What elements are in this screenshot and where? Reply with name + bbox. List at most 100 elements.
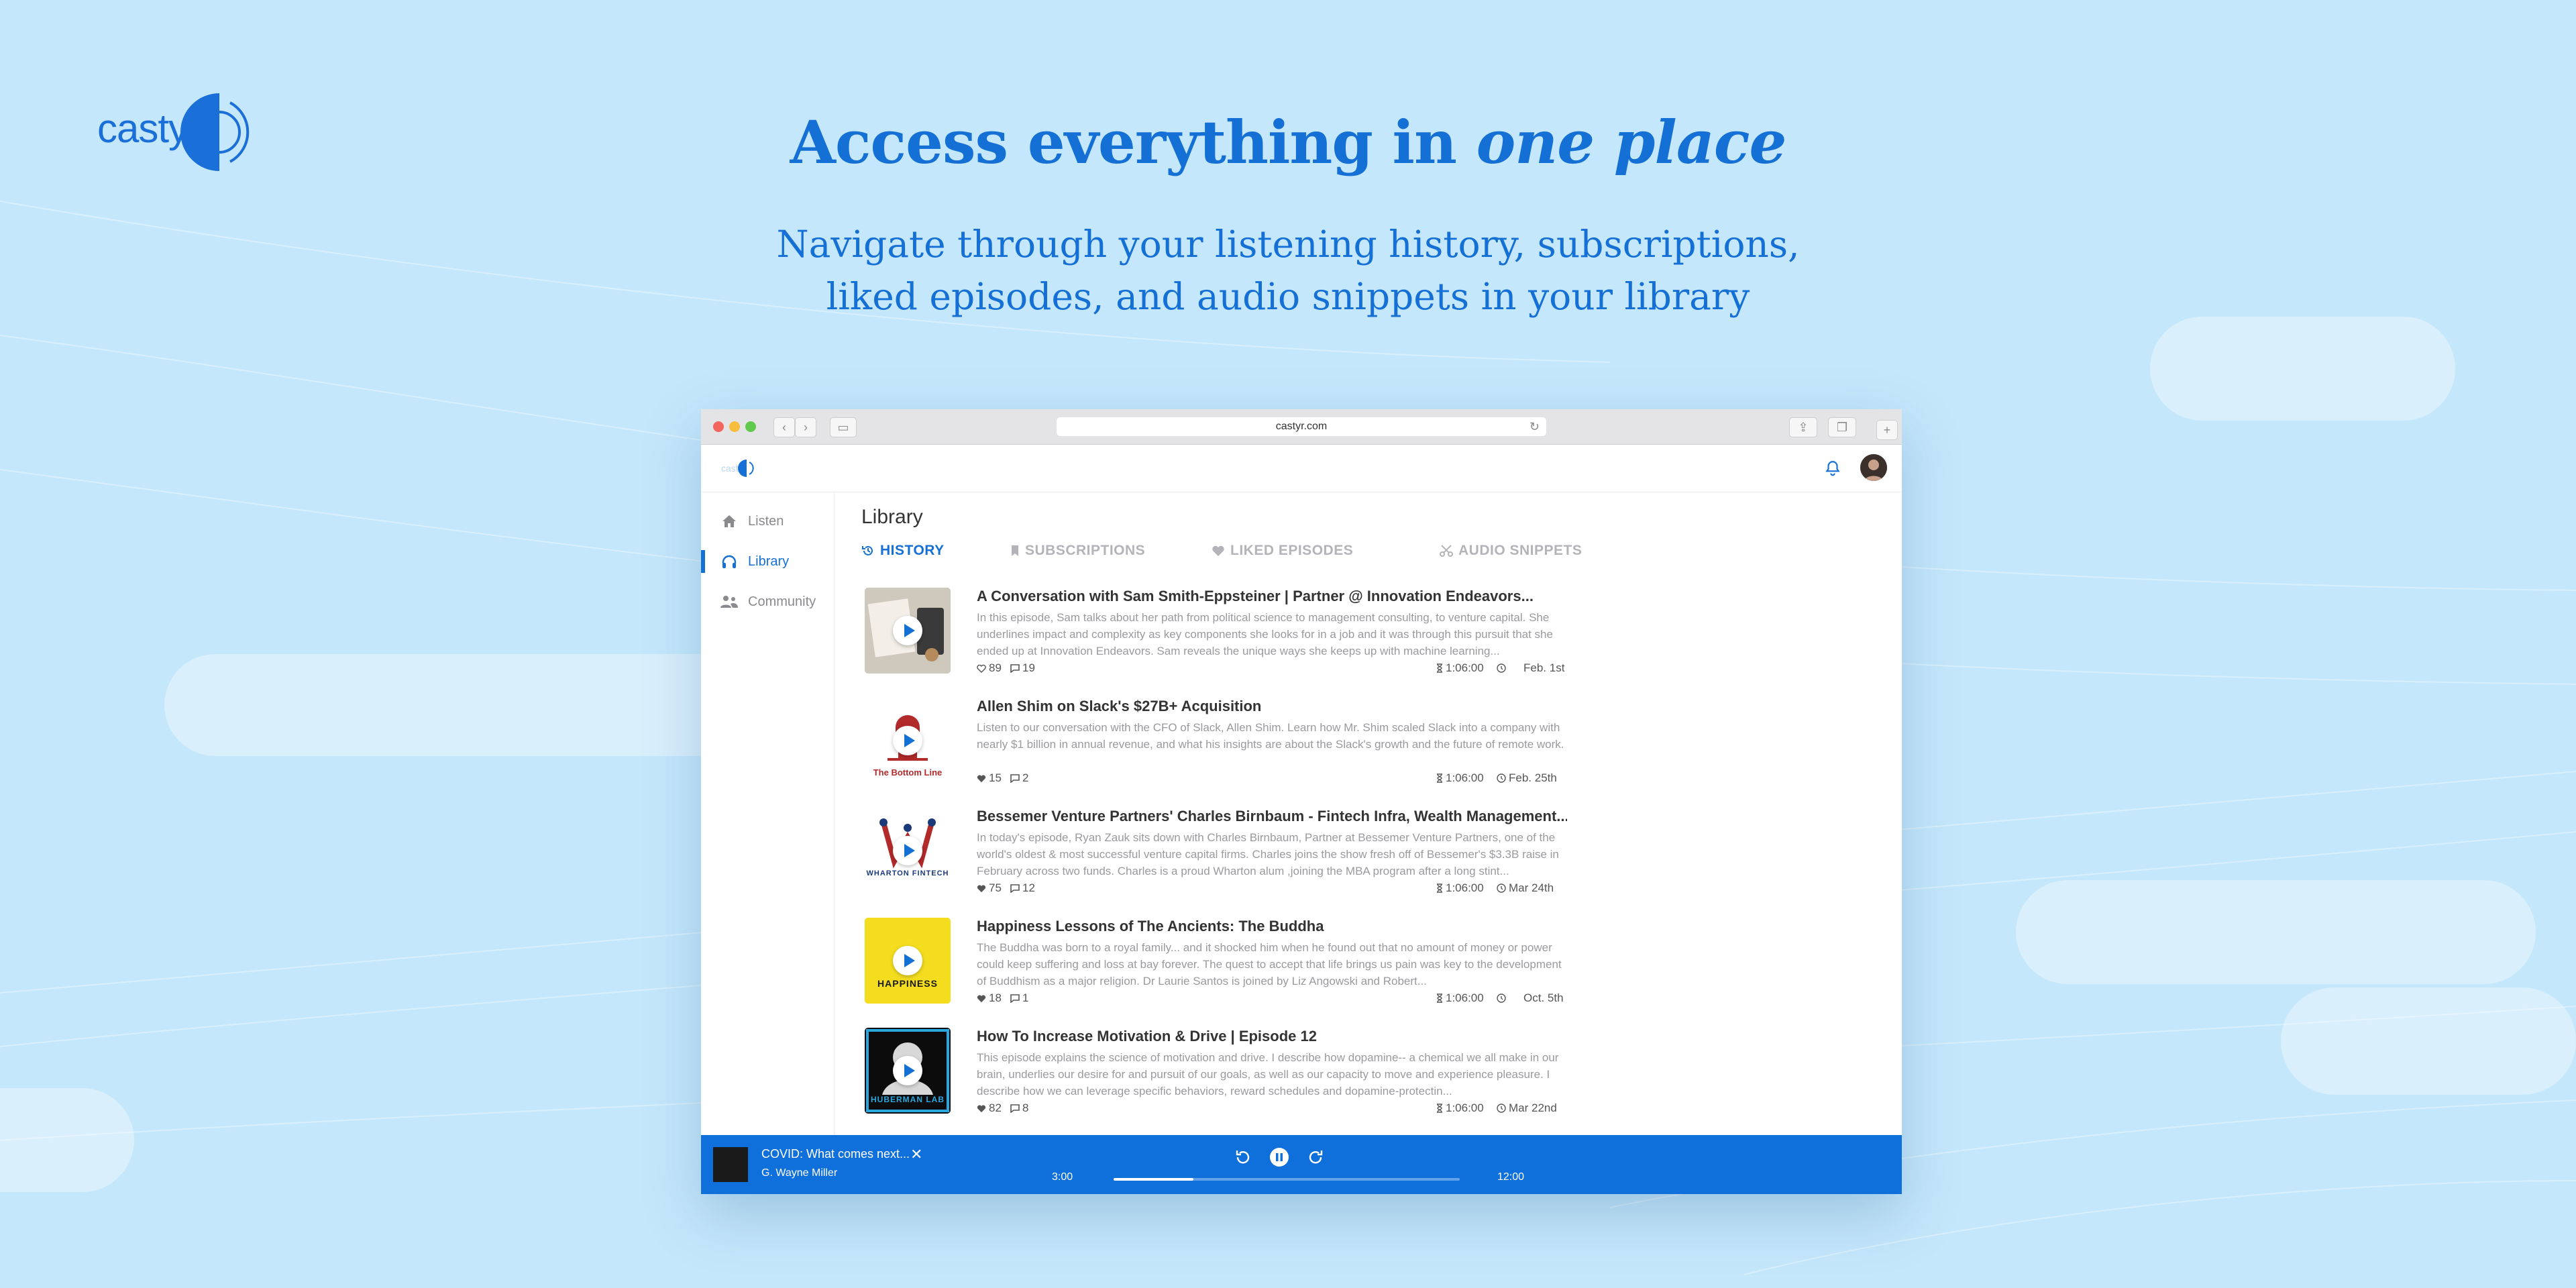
tabs-overview-button[interactable]: ❐	[1828, 417, 1856, 437]
pause-icon[interactable]	[1269, 1147, 1289, 1167]
like-count[interactable]: 15	[977, 771, 1002, 785]
comment-count[interactable]: 19	[1010, 661, 1035, 675]
episode-meta: 75 12 1:06:00 Mar 24th	[977, 881, 1567, 898]
episode-title[interactable]: Allen Shim on Slack's $27B+ Acquisition	[977, 698, 1567, 715]
new-tab-button[interactable]: +	[1876, 420, 1898, 440]
tab-label: LIKED EPISODES	[1230, 543, 1354, 558]
close-window-button[interactable]	[713, 421, 724, 432]
hourglass-icon	[1437, 883, 1442, 893]
share-button[interactable]: ⇪	[1789, 417, 1817, 437]
episode-title[interactable]: A Conversation with Sam Smith-Eppsteiner…	[977, 588, 1567, 605]
episode-title[interactable]: Bessemer Venture Partners' Charles Birnb…	[977, 808, 1567, 825]
progress-slider[interactable]	[1114, 1178, 1460, 1181]
episode-date: Oct. 5th	[1497, 991, 1564, 1005]
episode-row[interactable]: WHARTON FINTECH Bessemer Venture Partner…	[865, 808, 1567, 902]
browser-toolbar: ‹ › ▭ castyr.com ↻ ⇪ ❐ +	[701, 409, 1902, 445]
hero-subhead: Navigate through your listening history,…	[0, 218, 2576, 323]
play-button[interactable]	[893, 726, 922, 755]
now-playing-title[interactable]: COVID: What comes next...	[761, 1147, 910, 1161]
episode-thumbnail: The Bottom Line	[865, 698, 951, 784]
thumbnail-caption: WHARTON FINTECH	[866, 869, 949, 877]
maximize-window-button[interactable]	[745, 421, 756, 432]
episode-row[interactable]: HUBERMAN LAB How To Increase Motivation …	[865, 1028, 1562, 1122]
sidebar-toggle-button[interactable]: ▭	[830, 417, 857, 437]
play-button[interactable]	[893, 946, 922, 975]
episode-row[interactable]: A Conversation with Sam Smith-Eppsteiner…	[865, 588, 1564, 682]
sidebar-item-library[interactable]: Library	[701, 546, 834, 577]
back-button[interactable]: ‹	[773, 417, 795, 437]
like-count[interactable]: 75	[977, 881, 1002, 895]
subhead-line: Navigate through your listening history,…	[776, 223, 1800, 266]
app-logo-icon[interactable]: cast	[721, 457, 761, 480]
browser-window: ‹ › ▭ castyr.com ↻ ⇪ ❐ + cast Listen Lib…	[701, 409, 1902, 1194]
bookmark-icon	[1010, 545, 1020, 557]
rewind-icon[interactable]	[1232, 1147, 1252, 1167]
tab-liked-episodes[interactable]: LIKED EPISODES	[1212, 543, 1353, 559]
play-button[interactable]	[893, 836, 922, 865]
headphones-icon	[720, 553, 739, 570]
notification-bell-icon[interactable]	[1824, 460, 1841, 477]
bg-cloud	[2281, 987, 2576, 1095]
tab-label: SUBSCRIPTIONS	[1025, 543, 1146, 558]
comment-count[interactable]: 1	[1010, 991, 1028, 1005]
comment-count[interactable]: 12	[1010, 881, 1035, 895]
episode-thumbnail: WHARTON FINTECH	[865, 808, 951, 894]
close-icon[interactable]: ✕	[910, 1146, 922, 1163]
fast-forward-icon[interactable]	[1306, 1147, 1326, 1167]
episode-thumbnail: HAPPINESS	[865, 918, 951, 1004]
episode-duration: 1:06:00	[1436, 991, 1484, 1005]
episode-date: Feb. 25th	[1497, 771, 1557, 785]
episode-row[interactable]: The Bottom Line Allen Shim on Slack's $2…	[865, 698, 1564, 792]
like-count[interactable]: 89	[977, 661, 1002, 675]
sidebar-item-listen[interactable]: Listen	[701, 506, 834, 537]
scissors-icon	[1440, 544, 1453, 557]
hourglass-icon	[1437, 1104, 1442, 1113]
tab-subscriptions[interactable]: SUBSCRIPTIONS	[1010, 543, 1145, 559]
tab-history[interactable]: HISTORY	[861, 543, 945, 559]
forward-button[interactable]: ›	[795, 417, 816, 437]
page-title: Library	[861, 506, 923, 528]
episode-description: In this episode, Sam talks about her pat…	[977, 611, 1553, 657]
now-playing-thumbnail[interactable]	[713, 1147, 748, 1182]
history-icon	[861, 544, 875, 557]
episode-title[interactable]: How To Increase Motivation & Drive | Epi…	[977, 1028, 1567, 1045]
play-button[interactable]	[893, 1056, 922, 1085]
people-icon	[720, 594, 739, 610]
episode-title[interactable]: Happiness Lessons of The Ancients: The B…	[977, 918, 1567, 935]
episode-meta: 89 19 1:06:00 Feb. 1st	[977, 661, 1567, 678]
minimize-window-button[interactable]	[729, 421, 740, 432]
tab-audio-snippets[interactable]: AUDIO SNIPPETS	[1440, 543, 1582, 559]
like-count[interactable]: 18	[977, 991, 1002, 1005]
comment-icon	[1010, 773, 1020, 783]
tab-label: HISTORY	[880, 543, 945, 558]
episode-thumbnail	[865, 588, 951, 674]
heart-icon	[1212, 545, 1225, 557]
episode-duration: 1:06:00	[1436, 661, 1484, 675]
address-bar[interactable]: castyr.com ↻	[1057, 417, 1546, 436]
comment-icon	[1010, 1104, 1020, 1113]
comment-icon	[1010, 663, 1020, 673]
episode-date: Feb. 1st	[1497, 661, 1564, 675]
heart-icon	[977, 664, 986, 673]
like-count[interactable]: 82	[977, 1102, 1002, 1115]
comment-count[interactable]: 8	[1010, 1102, 1028, 1115]
sidebar-item-community[interactable]: Community	[701, 586, 834, 617]
clock-icon	[1497, 663, 1506, 673]
thumbnail-caption: The Bottom Line	[873, 767, 943, 777]
episode-description: The Buddha was born to a royal family...…	[977, 941, 1562, 987]
sidebar-item-label: Community	[748, 594, 816, 609]
subhead-line: liked episodes, and audio snippets in yo…	[826, 275, 1750, 318]
comment-icon	[1010, 994, 1020, 1003]
reload-icon[interactable]: ↻	[1529, 420, 1540, 434]
thumbnail-caption: HAPPINESS	[877, 978, 938, 989]
brand-name: castyr	[97, 106, 201, 151]
episode-row[interactable]: HAPPINESS Happiness Lessons of The Ancie…	[865, 918, 1564, 1012]
user-avatar[interactable]	[1860, 454, 1887, 481]
episode-duration: 1:06:00	[1436, 1102, 1484, 1115]
play-button[interactable]	[893, 616, 922, 645]
svg-text:cast: cast	[721, 463, 739, 474]
bg-cloud	[2150, 317, 2455, 421]
comment-count[interactable]: 2	[1010, 771, 1028, 785]
episode-meta: 15 2 1:06:00 Feb. 25th	[977, 771, 1567, 788]
heart-icon	[977, 774, 986, 782]
